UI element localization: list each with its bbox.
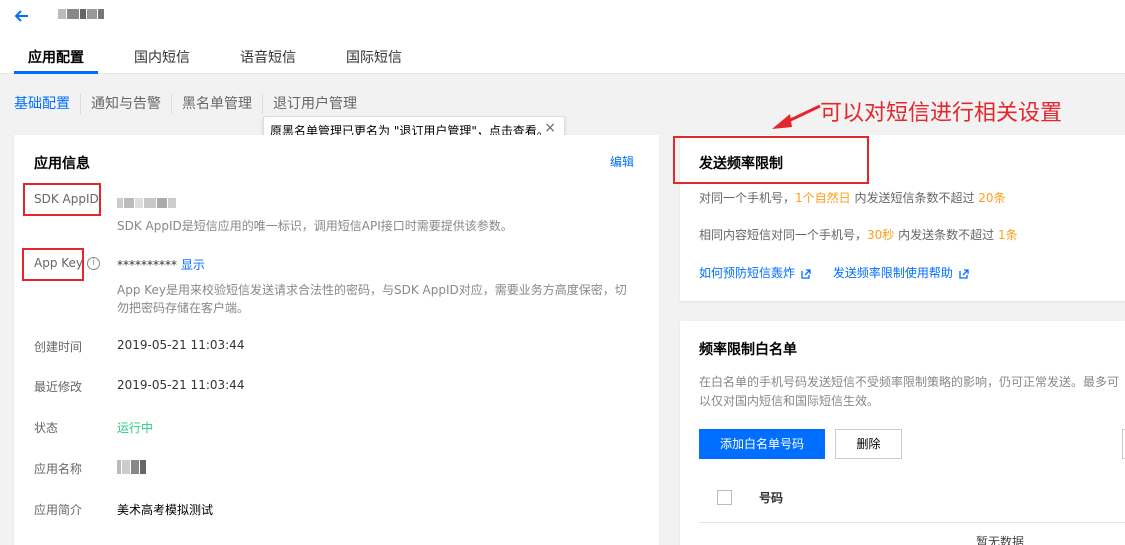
tab-domestic-sms[interactable]: 国内短信	[134, 40, 190, 74]
tab-app-config[interactable]: 应用配置	[14, 40, 98, 74]
app-info-title: 应用信息	[34, 156, 90, 172]
created-time-value: 2019-05-21 11:03:44	[117, 338, 245, 352]
frequency-rule-same-content: 相同内容短信对同一个手机号，30秒 内发送条数不超过 1条	[699, 226, 1018, 243]
rule-count: 20条	[978, 191, 1006, 205]
highlight-box-sdk-appid	[23, 183, 101, 216]
tab-international-sms[interactable]: 国际短信	[346, 40, 402, 74]
add-whitelist-button[interactable]: 添加白名单号码	[699, 429, 825, 459]
whitelist-description: 在白名单的手机号码发送短信不受频率限制策略的影响，仍可正常发送。最多可以仅对国内…	[699, 375, 1120, 408]
created-time-label: 创建时间	[34, 340, 83, 354]
rule-text: 相同内容短信对同一个手机号，	[699, 228, 868, 242]
select-all-checkbox[interactable]	[717, 490, 732, 505]
frequency-limit-card: 发送频率限制 对同一个手机号，1个自然日 内发送短信条数不超过 20条 相同内容…	[673, 135, 1125, 301]
app-intro-value: 美术高考模拟测试	[117, 503, 214, 517]
status-label: 状态	[34, 421, 59, 435]
app-key-value-row: ********** 显示	[117, 256, 205, 273]
app-intro-label: 应用简介	[34, 503, 83, 517]
tab-voice-sms[interactable]: 语音短信	[240, 40, 296, 74]
whitelist-card: 频率限制白名单 在白名单的手机号码发送短信不受频率限制策略的影响，仍可正常发送。…	[680, 321, 1125, 545]
rule-text: 内发送条数不超过	[894, 228, 998, 242]
prevent-sms-bombing-link[interactable]: 如何预防短信轰炸	[699, 266, 795, 280]
modified-time-label: 最近修改	[34, 380, 83, 394]
app-name-value-redacted	[117, 459, 147, 474]
annotation-arrow-icon	[772, 104, 821, 129]
highlight-box-app-key	[22, 248, 84, 281]
external-link-icon[interactable]	[801, 268, 811, 279]
rule-period: 1个自然日	[795, 191, 851, 205]
annotation-text: 可以对短信进行相关设置	[820, 101, 1063, 126]
subnav-basic-config[interactable]: 基础配置	[14, 94, 80, 114]
delete-button[interactable]: 删除	[835, 429, 902, 459]
frequency-help-link[interactable]: 发送频率限制使用帮助	[833, 266, 953, 280]
subnav-blacklist[interactable]: 黑名单管理	[171, 94, 262, 114]
back-arrow-icon[interactable]	[12, 6, 32, 26]
subnav-notification-alert[interactable]: 通知与告警	[80, 94, 171, 114]
status-value: 运行中	[117, 421, 154, 435]
whitelist-table-header: 号码	[699, 471, 1125, 523]
sdk-appid-description: SDK AppID是短信应用的唯一标识，调用短信API接口时需要提供该参数。	[117, 219, 513, 233]
external-link-icon[interactable]	[959, 268, 969, 279]
phone-number-column: 号码	[759, 491, 784, 505]
app-key-description: App Key是用来校验短信发送请求合法性的密码，与SDK AppID对应，需要…	[117, 283, 627, 315]
sub-navigation: 基础配置 通知与告警 黑名单管理 退订用户管理	[14, 93, 367, 115]
app-name-label: 应用名称	[34, 462, 83, 476]
edit-link[interactable]: 编辑	[610, 153, 634, 170]
top-bar: 应用配置 国内短信 语音短信 国际短信	[0, 0, 1125, 74]
subnav-unsubscribe-users[interactable]: 退订用户管理	[262, 94, 367, 114]
info-icon[interactable]: i	[87, 257, 101, 270]
empty-state-text: 暂无数据	[976, 535, 1025, 545]
frequency-rule-daily: 对同一个手机号，1个自然日 内发送短信条数不超过 20条	[699, 189, 1006, 206]
whitelist-title: 频率限制白名单	[699, 342, 797, 358]
app-key-masked: **********	[117, 258, 177, 272]
sdk-appid-value-redacted	[117, 195, 177, 209]
rule-text: 对同一个手机号，	[699, 191, 796, 205]
app-title-redacted	[58, 6, 110, 26]
highlight-box-frequency	[673, 136, 869, 184]
rule-period: 30秒	[867, 228, 895, 242]
modified-time-value: 2019-05-21 11:03:44	[117, 378, 245, 392]
main-tabs: 应用配置 国内短信 语音短信 国际短信	[14, 40, 452, 74]
help-links: 如何预防短信轰炸 发送频率限制使用帮助	[699, 264, 969, 281]
rule-count: 1条	[997, 228, 1018, 242]
app-info-card: 应用信息 编辑 SDK AppID SDK AppID是短信应用的唯一标识，调用…	[14, 135, 659, 545]
close-icon[interactable]: ×	[544, 120, 556, 136]
rule-text: 内发送短信条数不超过	[850, 191, 979, 205]
show-key-link[interactable]: 显示	[181, 258, 205, 272]
